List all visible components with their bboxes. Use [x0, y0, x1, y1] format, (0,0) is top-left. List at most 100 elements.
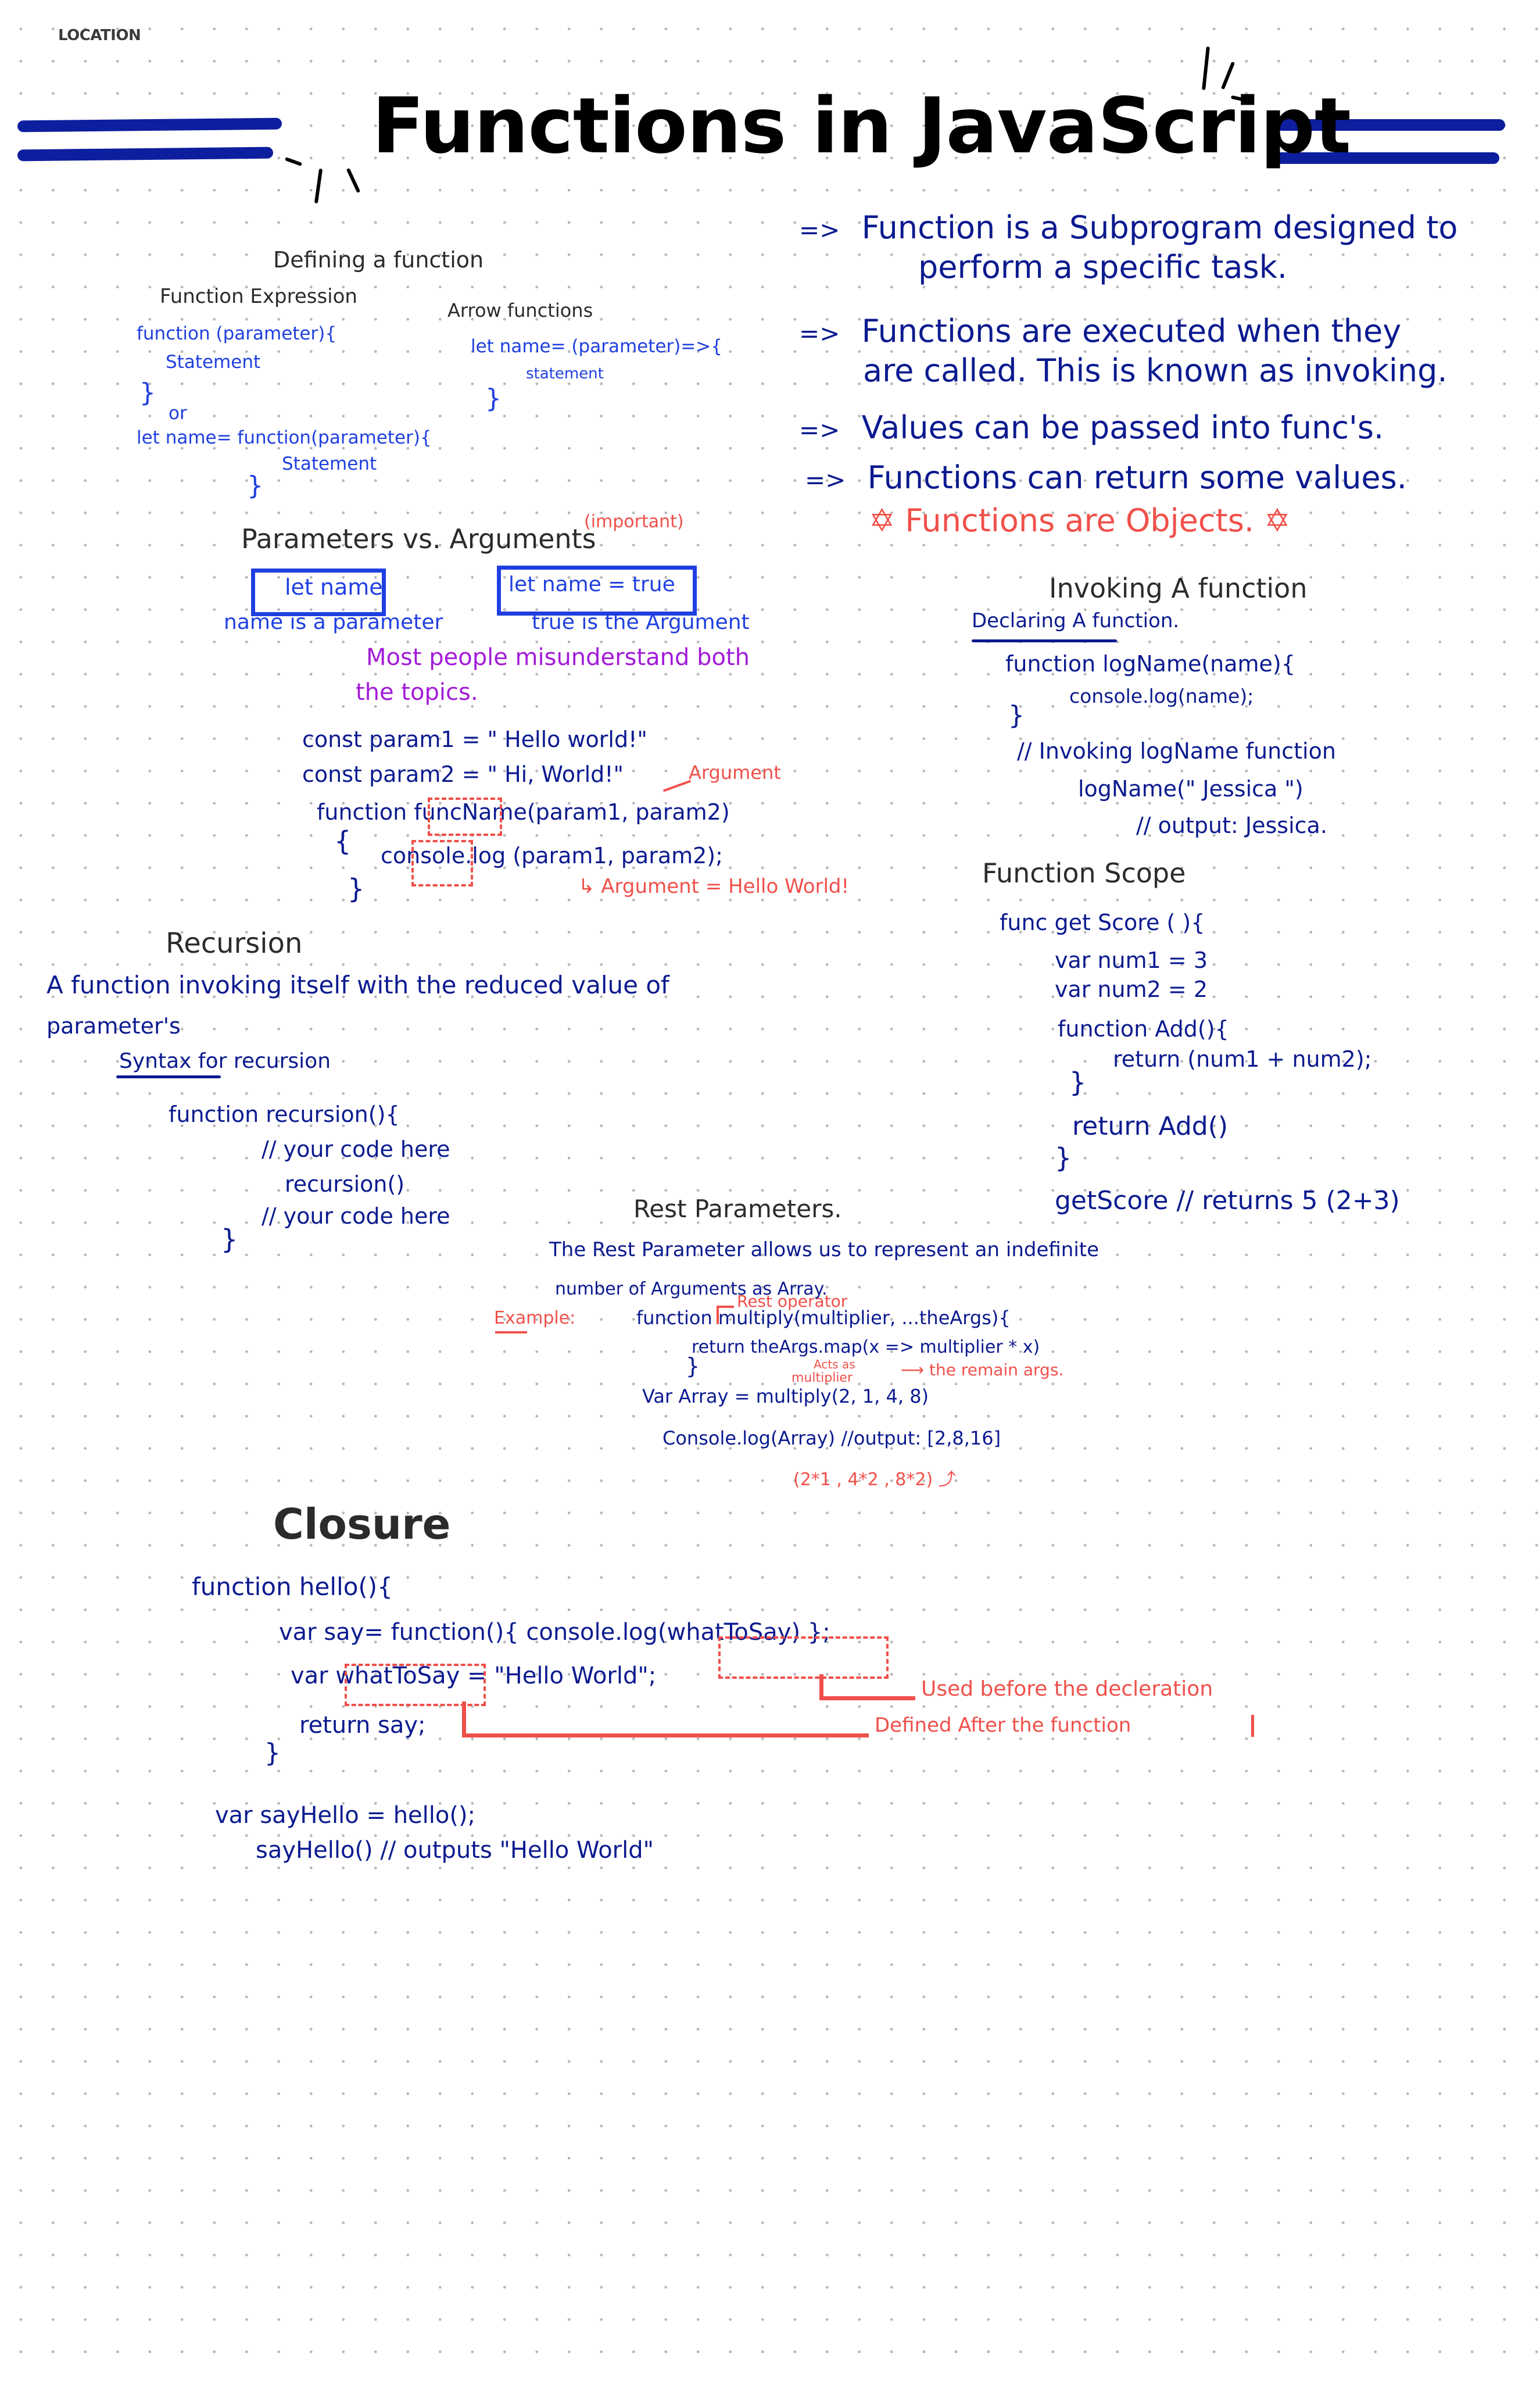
declaring-underline	[972, 639, 1117, 642]
params-vs-args-heading: Parameters vs. Arguments	[241, 523, 596, 555]
code-line: }	[264, 1738, 281, 1768]
code-line: function funcName(param1, param2)	[317, 799, 730, 825]
code-line: return (num1 + num2);	[1113, 1046, 1372, 1072]
argument-annotation: Argument	[689, 762, 781, 784]
code-line: }	[485, 384, 502, 413]
misunderstand-note: Most people misunderstand both	[366, 644, 750, 671]
rest-operator-pointer	[717, 1306, 734, 1308]
recursion-description-cont: parameter's	[46, 1013, 181, 1039]
arrow-bullet-icon: =>	[805, 466, 846, 494]
intro-bullet-2-cont: are called. This is known as invoking.	[863, 352, 1448, 389]
code-line: }	[221, 1224, 238, 1255]
example-label: Example:	[494, 1308, 576, 1328]
star-icon: ✡	[1264, 502, 1291, 539]
code-line: getScore // returns 5 (2+3)	[1055, 1186, 1400, 1215]
argument-pointer	[662, 780, 692, 792]
code-line: return say;	[299, 1712, 426, 1739]
code-line: var num1 = 3	[1055, 948, 1208, 973]
code-line: // your code here	[262, 1136, 450, 1162]
defined-pointer-horizontal	[462, 1733, 869, 1738]
whattosay-usage-highlight	[718, 1636, 889, 1679]
intro-bullet-1-cont: perform a specific task.	[918, 249, 1288, 285]
code-line: return Add()	[1072, 1111, 1229, 1141]
code-line: Statement	[166, 352, 261, 373]
intro-bullet-4: => Functions can return some values.	[805, 459, 1407, 496]
code-line: function recursion(){	[169, 1102, 400, 1127]
page-title: Functions in JavaScript	[372, 81, 1351, 171]
code-line: const param2 = " Hi, World!"	[302, 762, 624, 787]
code-line: let name= (parameter)=>{	[471, 336, 722, 357]
code-line: function logName(name){	[1005, 651, 1295, 677]
code-line: return theArgs.map(x => multiplier * x)	[692, 1337, 1040, 1357]
code-line: Statement	[282, 453, 377, 474]
intro-bullet-3: => Values can be passed into func's.	[799, 409, 1384, 446]
parameter-box-label: let name	[285, 574, 383, 600]
syntax-label: Syntax for recursion	[119, 1049, 331, 1073]
location-label: LOCATION	[58, 27, 141, 44]
code-line: {	[334, 825, 352, 857]
intro-bullet-2: => Functions are executed when they	[799, 313, 1402, 349]
arrow-bullet-icon: =>	[799, 216, 840, 244]
intro-bullet-1: => Function is a Subprogram designed to	[799, 209, 1458, 246]
title-decoration-left-top	[17, 117, 282, 133]
defined-after-annotation: Defined After the function	[875, 1714, 1131, 1737]
code-line: const param1 = " Hello world!"	[302, 727, 647, 752]
code-line: function (parameter){	[137, 323, 337, 344]
code-line: }	[1008, 700, 1025, 730]
code-line: recursion()	[285, 1171, 405, 1197]
argument-box-label: let name = true	[508, 573, 675, 596]
arrow-heading: Arrow functions	[447, 299, 593, 321]
code-line: let name= function(parameter){	[137, 427, 432, 448]
multiplier-annotation: multiplier	[792, 1371, 853, 1385]
param1-call-dashed	[411, 840, 473, 886]
code-line: }	[139, 378, 156, 407]
title-decoration-left-bottom	[17, 146, 274, 162]
defining-heading: Defining a function	[273, 247, 484, 273]
arrow-bullet-icon: =>	[799, 319, 840, 348]
code-line: }	[686, 1353, 700, 1379]
rest-description: The Rest Parameter allows us to represen…	[549, 1238, 1100, 1261]
used-pointer-horizontal	[819, 1696, 915, 1700]
code-line: var num2 = 2	[1055, 977, 1208, 1002]
rest-operator-annotation: Rest operator	[737, 1292, 848, 1311]
code-line: or	[169, 403, 187, 424]
code-line: Var Array = multiply(2, 1, 4, 8)	[642, 1385, 929, 1407]
code-line: function Add(){	[1058, 1016, 1229, 1042]
code-line: }	[247, 471, 263, 500]
calculation-annotation: (2*1 , 4*2 , 8*2) ⤴	[793, 1470, 956, 1490]
param1-signature-dashed	[428, 798, 502, 836]
code-line: function hello(){	[192, 1572, 393, 1601]
stray-mark	[1251, 1715, 1254, 1737]
syntax-underline	[116, 1075, 221, 1078]
code-line: var sayHello = hello();	[215, 1802, 476, 1829]
misunderstand-note-cont: the topics.	[356, 679, 478, 706]
important-tag: (important)	[584, 512, 684, 532]
remain-args-annotation: ⟶ the remain args.	[901, 1360, 1064, 1379]
recursion-heading: Recursion	[166, 927, 303, 960]
code-line: // Invoking logName function	[1017, 738, 1336, 764]
sparkle-stroke	[346, 167, 361, 194]
expression-heading: Function Expression	[160, 285, 357, 308]
defined-pointer-vertical	[462, 1701, 466, 1738]
recursion-description: A function invoking itself with the redu…	[46, 971, 669, 999]
sparkle-stroke	[284, 157, 303, 166]
code-line: sayHello() // outputs "Hello World"	[256, 1837, 654, 1864]
parameter-caption: name is a parameter	[224, 610, 443, 634]
code-line: }	[348, 873, 365, 905]
sparkle-stroke	[314, 168, 323, 204]
arrow-bullet-icon: =>	[799, 416, 840, 444]
arrow-right-icon: ⟶	[901, 1360, 930, 1379]
argument-caption: true is the Argument	[532, 610, 750, 634]
code-line: }	[1055, 1142, 1072, 1174]
code-line: statement	[526, 365, 604, 382]
whattosay-decl-highlight	[345, 1664, 486, 1706]
highlight-fact: ✡ Functions are Objects. ✡	[869, 502, 1291, 539]
rest-heading: Rest Parameters.	[633, 1195, 842, 1223]
code-line: }	[1069, 1067, 1087, 1098]
scope-heading: Function Scope	[982, 857, 1186, 889]
invoking-heading: Invoking A function	[1049, 573, 1308, 604]
declaring-subheading: Declaring A function.	[972, 609, 1180, 632]
acts-as-annotation: Acts as	[814, 1357, 855, 1371]
code-line: // output: Jessica.	[1136, 813, 1327, 838]
arrow-up-icon: ⤴	[933, 1470, 956, 1490]
